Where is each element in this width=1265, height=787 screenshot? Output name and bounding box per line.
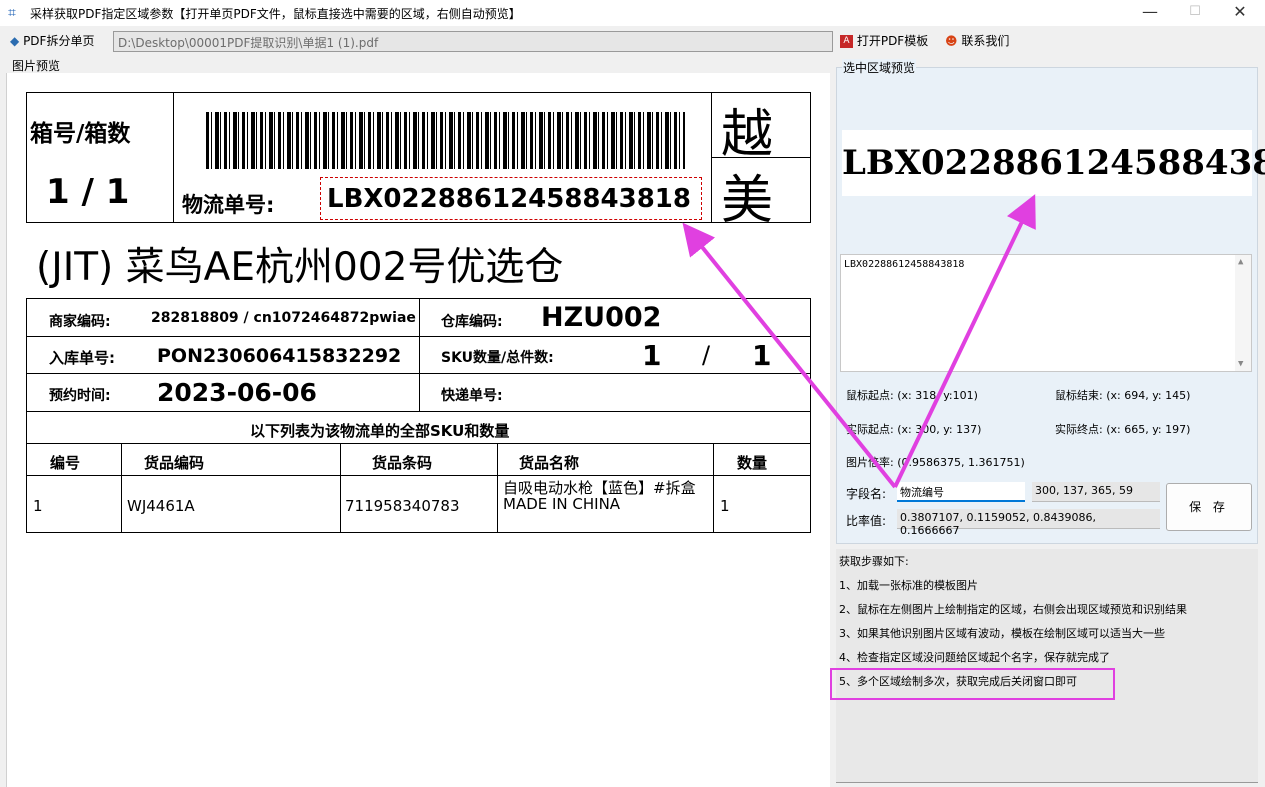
contact-label: 联系我们 (961, 34, 1010, 48)
crop-icon: ⌗ (8, 5, 16, 21)
column-header: 货品名称 (519, 454, 580, 472)
selection-rectangle[interactable] (320, 177, 702, 220)
mouse-start-text: 鼠标起点: (x: 318, y:101) (846, 389, 978, 402)
coords-field[interactable]: 300, 137, 365, 59 (1032, 482, 1160, 502)
scroll-down-icon[interactable]: ▼ (1238, 359, 1243, 369)
title-bar: ⌗ 采样获取PDF指定区域参数【打开单页PDF文件，鼠标直接选中需要的区域，右侧… (0, 0, 1265, 26)
merchant-code-label: 商家编码: (49, 314, 111, 330)
table-cell: 1 (720, 497, 730, 515)
actual-end-text: 实际终点: (x: 665, y: 197) (1055, 423, 1191, 436)
barcode (206, 112, 685, 169)
warehouse-title: (JIT) 菜鸟AE杭州002号优选仓 (36, 245, 564, 290)
crop-preview-image: LBX02288612458843818 (842, 130, 1265, 196)
ocr-result-text: LBX02288612458843818 (844, 259, 965, 270)
sku-slash: / (702, 341, 711, 369)
steps-title: 获取步骤如下: (839, 555, 909, 568)
column-header: 编号 (50, 454, 81, 472)
badge-bottom: 美 (721, 171, 774, 231)
save-button[interactable]: 保 存 (1166, 483, 1252, 531)
table-cell: 1 (33, 497, 43, 515)
tracking-label: 物流单号: (182, 193, 275, 217)
sku-value-b: 1 (752, 339, 772, 372)
badge-top: 越 (721, 105, 774, 165)
warehouse-code-label: 仓库编码: (441, 314, 503, 330)
open-template-label: 打开PDF模板 (856, 34, 929, 48)
info-col-divider (419, 298, 420, 412)
column-header: 数量 (737, 454, 768, 472)
list-caption: 以下列表为该物流单的全部SKU和数量 (250, 422, 510, 440)
penguin-icon: ☻ (945, 34, 958, 48)
col-divider (713, 443, 714, 533)
sku-label: SKU数量/总件数: (441, 350, 554, 366)
col-divider (497, 443, 498, 533)
box-value: 1 / 1 (46, 172, 130, 212)
step-item: 3、如果其他识别图片区域有波动，模板在绘制区域可以适当大一些 (839, 627, 1165, 640)
field-name-input[interactable]: 物流编号 (897, 482, 1025, 502)
maximize-button[interactable]: ☐ (1172, 0, 1218, 26)
appointment-label: 预约时间: (49, 388, 111, 404)
image-preview-group-label: 图片预览 (11, 57, 62, 74)
minimize-button[interactable]: — (1127, 0, 1173, 26)
mouse-end-text: 鼠标结束: (x: 694, y: 145) (1055, 389, 1191, 402)
table-cell: 自吸电动水枪【蓝色】#拆盒 MADE IN CHINA (503, 479, 696, 513)
step-item: 2、鼠标在左侧图片上绘制指定的区域，右侧会出现区域预览和识别结果 (839, 603, 1187, 616)
open-template-button[interactable]: A 打开PDF模板 (840, 31, 928, 51)
table-cell: WJ4461A (127, 497, 195, 515)
col-divider (340, 443, 341, 533)
window-title: 采样获取PDF指定区域参数【打开单页PDF文件，鼠标直接选中需要的区域，右侧自动… (30, 7, 521, 21)
ocr-result-textarea[interactable]: LBX02288612458843818 ▲ ▼ (840, 254, 1252, 372)
contact-button[interactable]: ☻ 联系我们 (945, 31, 1009, 51)
package-icon: ◆ (10, 34, 20, 48)
ratio-value-label: 比率值: (846, 514, 887, 528)
field-name-label: 字段名: (846, 487, 887, 501)
step-item: 4、检查指定区域没问题给区域起个名字，保存就完成了 (839, 651, 1110, 664)
table-cell: 711958340783 (345, 497, 460, 515)
image-ratio-text: 图片倍率: (0.9586375, 1.361751) (846, 456, 1025, 469)
column-header: 货品条码 (372, 454, 433, 472)
vertical-scrollbar[interactable]: ▲ ▼ (1235, 255, 1251, 371)
pdf-icon: A (840, 35, 853, 48)
merchant-code-value: 282818809 / cn1072464872pwiae (151, 310, 416, 326)
step-item: 1、加载一张标准的模板图片 (839, 579, 978, 592)
split-pdf-label: PDF拆分单页 (23, 34, 95, 48)
split-pdf-button[interactable]: ◆ PDF拆分单页 (10, 31, 94, 51)
appointment-value: 2023-06-06 (157, 378, 317, 407)
file-path-field[interactable]: D:\Desktop\00001PDF提取识别\单据1 (1).pdf (113, 31, 833, 52)
scroll-up-icon[interactable]: ▲ (1238, 257, 1243, 267)
ratio-value-field[interactable]: 0.3807107, 0.1159052, 0.8439086, 0.16666… (897, 509, 1160, 537)
close-button[interactable]: ✕ (1217, 0, 1263, 26)
selection-preview-group-label: 选中区域预览 (842, 59, 917, 76)
express-label: 快递单号: (441, 388, 503, 404)
col-divider (121, 443, 122, 533)
sku-value-a: 1 (642, 339, 662, 372)
actual-start-text: 实际起点: (x: 300, y: 137) (846, 423, 982, 436)
box-label: 箱号/箱数 (30, 121, 131, 147)
inbound-value: PON230606415832292 (157, 345, 402, 367)
warehouse-code-value: HZU002 (541, 302, 662, 333)
highlight-box (830, 668, 1115, 700)
column-header: 货品编码 (144, 454, 205, 472)
inbound-label: 入库单号: (49, 349, 115, 367)
